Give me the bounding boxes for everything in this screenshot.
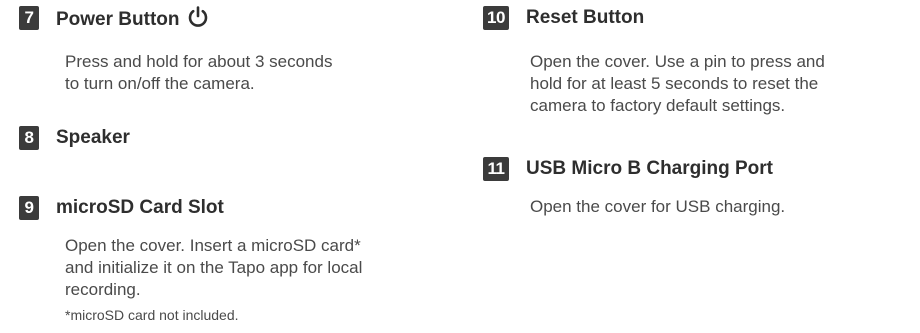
power-button-description: Press and hold for about 3 seconds to tu…: [65, 51, 332, 95]
usb-charging-port-description: Open the cover for USB charging.: [530, 196, 785, 218]
description-line: to turn on/off the camera.: [65, 74, 255, 93]
power-icon: [188, 5, 207, 27]
item-title: Reset Button: [526, 7, 645, 28]
item-microsd-card-slot: 9 microSD Card Slot: [19, 196, 224, 220]
item-title: microSD Card Slot: [56, 197, 224, 218]
description-line: Press and hold for about 3 seconds: [65, 52, 333, 71]
microsd-card-footnote: *microSD card not included.: [65, 307, 239, 323]
number-badge: 10: [483, 6, 509, 30]
description-line: and initialize it on the Tapo app for lo…: [65, 258, 363, 277]
item-reset-button: 10 Reset Button: [483, 6, 644, 30]
description-line: Open the cover for USB charging.: [530, 197, 786, 216]
description-line: Open the cover. Use a pin to press and: [530, 52, 825, 71]
item-heading: 11 USB Micro B Charging Port: [483, 157, 773, 181]
number-badge: 7: [19, 6, 39, 30]
item-title: Power Button: [56, 5, 209, 31]
item-title: Speaker: [56, 127, 130, 148]
item-usb-charging-port: 11 USB Micro B Charging Port: [483, 157, 773, 181]
item-heading: 10 Reset Button: [483, 6, 644, 30]
item-heading: 7 Power Button: [19, 5, 209, 31]
description-line: recording.: [65, 280, 141, 299]
number-badge: 8: [19, 126, 39, 150]
description-line: Open the cover. Insert a microSD card*: [65, 236, 361, 255]
item-heading: 9 microSD Card Slot: [19, 196, 224, 220]
description-line: camera to factory default settings.: [530, 96, 786, 115]
item-speaker: 8 Speaker: [19, 126, 130, 150]
item-title-text: Power Button: [56, 8, 180, 30]
number-badge: 11: [483, 157, 509, 181]
reset-button-description: Open the cover. Use a pin to press and h…: [530, 51, 825, 117]
microsd-card-slot-description: Open the cover. Insert a microSD card* a…: [65, 235, 362, 301]
item-power-button: 7 Power Button: [19, 5, 209, 31]
description-line: hold for at least 5 seconds to reset the: [530, 74, 819, 93]
number-badge: 9: [19, 196, 39, 220]
item-title: USB Micro B Charging Port: [526, 158, 774, 179]
item-heading: 8 Speaker: [19, 126, 130, 150]
